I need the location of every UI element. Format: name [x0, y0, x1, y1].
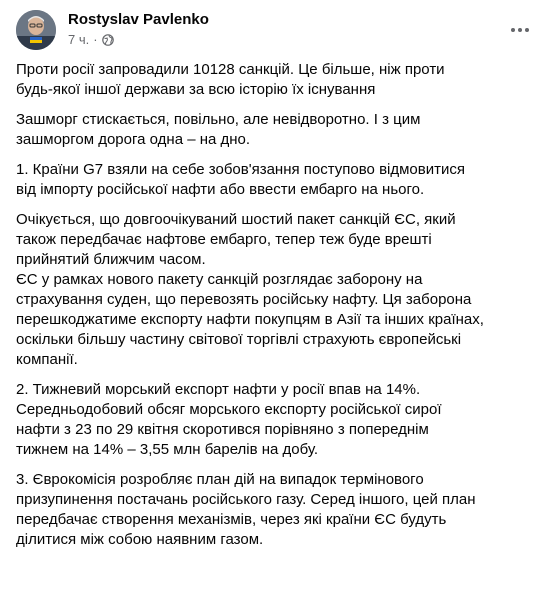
post-body: Проти росії запровадили 10128 санкцій. Ц… [16, 60, 536, 560]
post-header: Rostyslav Pavlenko 7 ч. · [16, 10, 534, 54]
post-paragraph: Зашморг стискається, повільно, але невід… [16, 110, 536, 150]
post-time[interactable]: 7 ч. [68, 32, 89, 47]
more-horizontal-icon [511, 28, 515, 32]
post-paragraph: 3. Єврокомісія розробляє план дій на вип… [16, 470, 536, 550]
more-options-button[interactable] [506, 16, 534, 44]
post-text-line: ділитися між собою наявним газом. [16, 531, 264, 548]
post-text-line: Проти росії запровадили 10128 санкцій. Ц… [16, 61, 445, 78]
more-dot [518, 28, 522, 32]
post-text-line: призупинення постачань російського газу.… [16, 491, 476, 508]
post-text-line: прийнятий ближчим часом. [16, 251, 206, 268]
author-name[interactable]: Rostyslav Pavlenko [68, 11, 209, 28]
post-text-line: зашморгом дорога одна – на дно. [16, 131, 251, 148]
post-paragraph: Очікується, що довгоочікуваний шостий па… [16, 210, 536, 370]
post-text-line: оскільки більшу частину світової торгівл… [16, 331, 462, 348]
post-text-line: 3. Єврокомісія розробляє план дій на вип… [16, 471, 424, 488]
post-text-line: від імпорту російської нафти або ввести … [16, 181, 425, 198]
post-text-line: тижнем на 14% – 3,55 млн барелів на добу… [16, 441, 319, 458]
facebook-post: Rostyslav Pavlenko 7 ч. · Проти росії за… [0, 0, 550, 600]
post-text-line: перешкоджатиме експорту нафти покупцям в… [16, 311, 484, 328]
post-text-line: Середньодобовий обсяг морського експорту… [16, 401, 442, 418]
post-text-line: ЄС у рамках нового пакету санкцій розгля… [16, 271, 423, 288]
post-text-line: передбачає створення механізмів, через я… [16, 511, 447, 528]
post-text-line: 1. Країни G7 взяли на себе зобов'язання … [16, 161, 465, 178]
post-text-line: будь-якої іншої держави за всю історію ї… [16, 81, 376, 98]
post-paragraph: 2. Тижневий морський експорт нафти у рос… [16, 380, 536, 460]
avatar[interactable] [16, 10, 56, 50]
post-paragraph: 1. Країни G7 взяли на себе зобов'язання … [16, 160, 536, 200]
more-dot [525, 28, 529, 32]
meta-separator: · [93, 32, 98, 47]
post-meta: 7 ч. · [68, 32, 114, 47]
post-text-line: 2. Тижневий морський експорт нафти у рос… [16, 381, 421, 398]
post-paragraph: Проти росії запровадили 10128 санкцій. Ц… [16, 60, 536, 100]
globe-icon[interactable] [101, 33, 114, 46]
post-text-line: нафти з 23 по 29 квітня скоротився порів… [16, 421, 429, 438]
post-text-line: страхування суден, що перевозять російсь… [16, 291, 472, 308]
post-text-line: Очікується, що довгоочікуваний шостий па… [16, 211, 456, 228]
post-text-line: також передбачає нафтове ембарго, тепер … [16, 231, 432, 248]
post-text-line: компанії. [16, 351, 78, 368]
post-text-line: Зашморг стискається, повільно, але невід… [16, 111, 421, 128]
